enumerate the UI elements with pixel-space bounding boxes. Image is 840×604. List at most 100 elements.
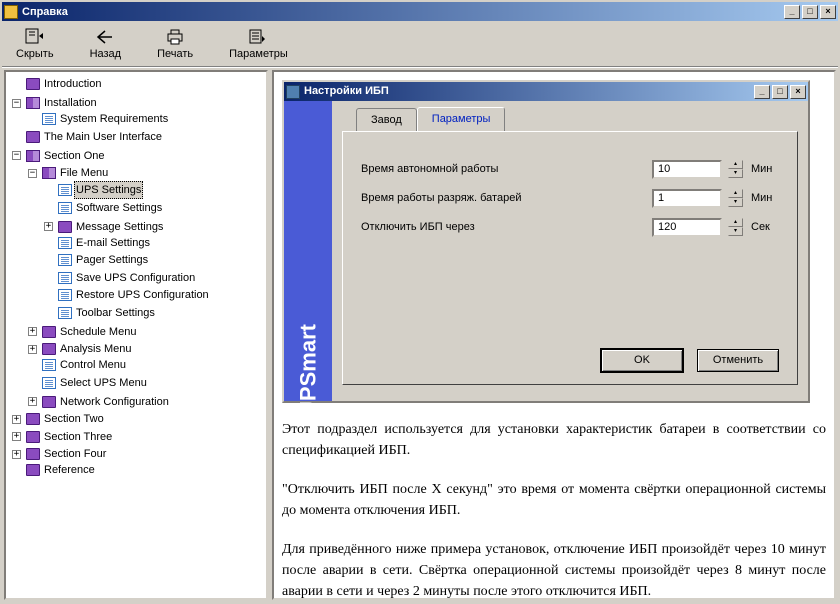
- page-icon: [58, 307, 72, 319]
- content-pane[interactable]: Настройки ИБП _ □ × UPSmart Завод Пара: [272, 70, 836, 600]
- label-backup-time: Время автономной работы: [361, 161, 644, 178]
- page-icon: [42, 113, 56, 125]
- tree-item[interactable]: Select UPS Menu: [28, 375, 149, 391]
- tree-item[interactable]: +Section Four: [12, 446, 108, 462]
- page-icon: [58, 254, 72, 266]
- page-icon: [58, 272, 72, 284]
- tree-item[interactable]: Control Menu: [28, 357, 128, 373]
- input-shutdown-delay[interactable]: [652, 218, 722, 237]
- tree-item[interactable]: Restore UPS Configuration: [44, 287, 211, 303]
- book-open-icon: [42, 167, 56, 179]
- tree-item[interactable]: Save UPS Configuration: [44, 270, 197, 286]
- tree-item[interactable]: Pager Settings: [44, 252, 150, 268]
- input-backup-time[interactable]: [652, 160, 722, 179]
- page-icon: [58, 202, 72, 214]
- options-icon: [248, 27, 268, 47]
- tree-item[interactable]: E-mail Settings: [44, 235, 152, 251]
- page-icon: [42, 359, 56, 371]
- close-button[interactable]: ×: [820, 5, 836, 19]
- book-icon: [58, 221, 72, 233]
- help-paragraph: Этот подраздел используется для установк…: [282, 419, 826, 461]
- tab-factory[interactable]: Завод: [356, 108, 417, 132]
- tree-item[interactable]: −Installation: [12, 95, 99, 111]
- spin-up-button[interactable]: ▴: [728, 160, 743, 169]
- label-shutdown-delay: Отключить ИБП через: [361, 219, 644, 236]
- tree-item[interactable]: +Section Two: [12, 411, 106, 427]
- collapse-icon[interactable]: −: [12, 99, 21, 108]
- unit-label: Сек: [751, 219, 779, 236]
- book-icon: [26, 464, 40, 476]
- book-icon: [42, 326, 56, 338]
- input-low-battery-time[interactable]: [652, 189, 722, 208]
- book-icon: [26, 413, 40, 425]
- tab-panel: Время автономной работы ▴ ▾ Мин Время ра…: [342, 131, 798, 385]
- print-icon: [165, 27, 185, 47]
- page-icon: [58, 184, 72, 196]
- spin-up-button[interactable]: ▴: [728, 189, 743, 198]
- sideband: UPSmart: [284, 101, 332, 401]
- spin-down-button[interactable]: ▾: [728, 227, 743, 236]
- tree-item[interactable]: +Analysis Menu: [28, 341, 134, 357]
- maximize-button[interactable]: □: [802, 5, 818, 19]
- tree-item[interactable]: +Section Three: [12, 429, 114, 445]
- dialog-close-button[interactable]: ×: [790, 85, 806, 99]
- unit-label: Мин: [751, 190, 779, 207]
- expand-icon[interactable]: +: [28, 397, 37, 406]
- cancel-button[interactable]: Отменить: [697, 349, 779, 372]
- spinner: ▴ ▾: [728, 160, 743, 178]
- tree-item[interactable]: The Main User Interface: [12, 129, 164, 145]
- toolbar: Скрыть Назад Печать Параметры: [2, 21, 838, 67]
- page-icon: [42, 377, 56, 389]
- back-icon: [95, 27, 115, 47]
- contents-tree[interactable]: Introduction −Installation System Requir…: [4, 70, 268, 600]
- spinner: ▴ ▾: [728, 189, 743, 207]
- tree-item[interactable]: Toolbar Settings: [44, 305, 157, 321]
- collapse-icon[interactable]: −: [12, 151, 21, 160]
- app-icon: [4, 5, 18, 19]
- book-icon: [42, 396, 56, 408]
- tree-item[interactable]: +Network Configuration: [28, 394, 171, 410]
- expand-icon[interactable]: +: [44, 222, 53, 231]
- tree-item[interactable]: −File Menu: [28, 165, 110, 181]
- window-title: Справка: [22, 6, 784, 18]
- spin-down-button[interactable]: ▾: [728, 198, 743, 207]
- ok-button[interactable]: OK: [601, 349, 683, 372]
- dialog-maximize-button[interactable]: □: [772, 85, 788, 99]
- tree-item[interactable]: System Requirements: [28, 111, 170, 127]
- form-row-shutdown-delay: Отключить ИБП через ▴ ▾ Сек: [361, 218, 779, 237]
- tree-item[interactable]: +Message Settings: [44, 219, 165, 235]
- page-icon: [58, 237, 72, 249]
- back-button[interactable]: Назад: [82, 25, 130, 62]
- expand-icon[interactable]: +: [28, 327, 37, 336]
- book-open-icon: [26, 150, 40, 162]
- tab-parameters[interactable]: Параметры: [417, 107, 506, 131]
- expand-icon[interactable]: +: [12, 450, 21, 459]
- tree-item[interactable]: +Schedule Menu: [28, 324, 138, 340]
- options-button[interactable]: Параметры: [221, 25, 296, 62]
- label-low-battery-time: Время работы разряж. батарей: [361, 190, 644, 207]
- spin-up-button[interactable]: ▴: [728, 218, 743, 227]
- collapse-icon[interactable]: −: [28, 169, 37, 178]
- expand-icon[interactable]: +: [28, 345, 37, 354]
- hide-icon: [25, 27, 45, 47]
- tree-item[interactable]: Reference: [12, 462, 97, 478]
- spin-down-button[interactable]: ▾: [728, 169, 743, 178]
- ups-settings-dialog: Настройки ИБП _ □ × UPSmart Завод Пара: [282, 80, 810, 403]
- print-button[interactable]: Печать: [149, 25, 201, 62]
- hide-button[interactable]: Скрыть: [8, 25, 62, 62]
- book-icon: [26, 78, 40, 90]
- expand-icon[interactable]: +: [12, 432, 21, 441]
- dialog-minimize-button[interactable]: _: [754, 85, 770, 99]
- expand-icon[interactable]: +: [12, 415, 21, 424]
- help-window: Справка _ □ × Скрыть Назад Печать: [0, 0, 840, 604]
- titlebar: Справка _ □ ×: [2, 2, 838, 21]
- tree-item[interactable]: −Section One: [12, 148, 107, 164]
- book-open-icon: [26, 97, 40, 109]
- tree-item-selected[interactable]: UPS Settings: [44, 181, 143, 199]
- tree-item[interactable]: Introduction: [12, 76, 103, 92]
- spinner: ▴ ▾: [728, 218, 743, 236]
- tree-item[interactable]: Software Settings: [44, 200, 164, 216]
- form-row-low-battery-time: Время работы разряж. батарей ▴ ▾ Мин: [361, 189, 779, 208]
- book-icon: [26, 448, 40, 460]
- minimize-button[interactable]: _: [784, 5, 800, 19]
